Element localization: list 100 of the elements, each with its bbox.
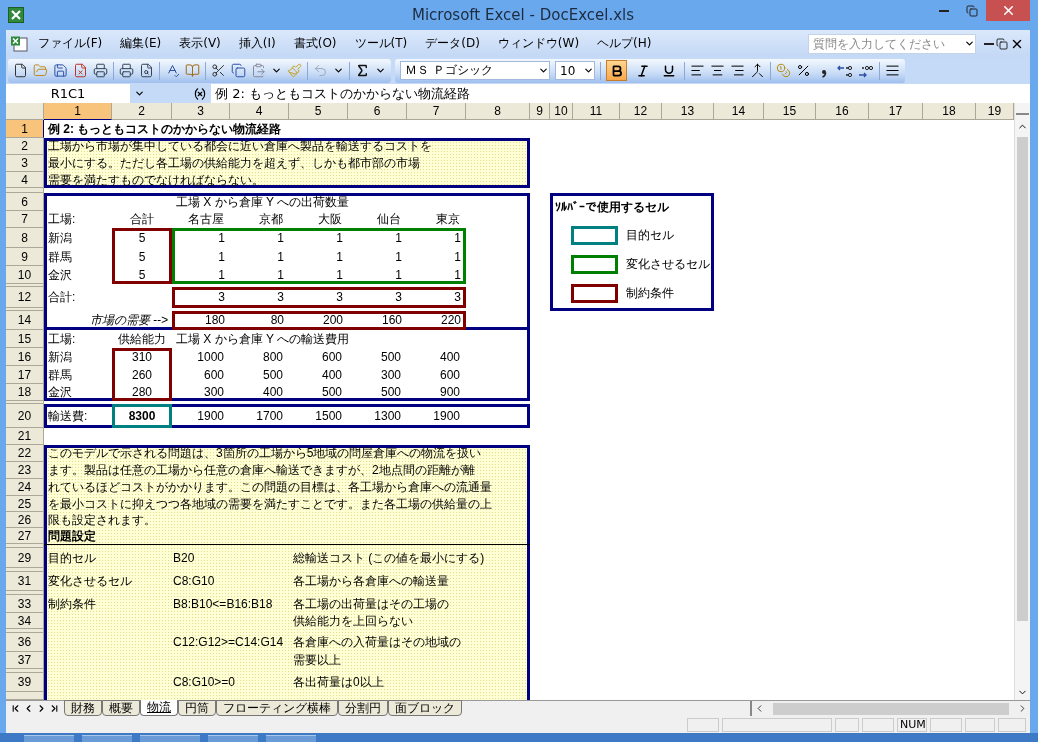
column-header[interactable]: 7 <box>407 103 466 120</box>
sheet-tab[interactable]: 分割円 <box>338 700 388 716</box>
help-search-field[interactable]: 質問を入力してください <box>808 33 976 54</box>
workbook-icon[interactable] <box>10 35 28 52</box>
row-header[interactable]: 34 <box>6 613 44 629</box>
row-header[interactable]: 39 <box>6 673 44 692</box>
scrollbar-thumb[interactable] <box>773 702 1009 715</box>
printer-icon[interactable] <box>93 63 108 78</box>
row-header[interactable]: 2 <box>6 138 44 155</box>
column-header[interactable]: 10 <box>550 103 573 120</box>
menu-item[interactable]: データ(D) <box>417 33 488 54</box>
row-header[interactable]: 15 <box>6 330 44 348</box>
row-header[interactable]: 26 <box>6 512 44 528</box>
decrease-decimal-icon[interactable] <box>858 63 874 78</box>
bold-button[interactable] <box>606 60 627 81</box>
column-header[interactable]: 2 <box>112 103 172 120</box>
caret-icon[interactable] <box>271 65 282 76</box>
column-header[interactable]: 1 <box>44 103 112 120</box>
row-header[interactable]: 18 <box>6 384 44 401</box>
column-header[interactable]: 3 <box>172 103 230 120</box>
increase-decimal-icon[interactable] <box>837 63 853 78</box>
book-icon[interactable] <box>185 63 200 78</box>
sheet-tab[interactable]: フローティング横棒 <box>216 700 338 716</box>
column-header[interactable]: 4 <box>230 103 289 120</box>
align-left-icon[interactable] <box>690 63 705 78</box>
row-header[interactable]: 24 <box>6 479 44 496</box>
percent-icon[interactable] <box>796 63 811 78</box>
column-header[interactable]: 17 <box>869 103 923 120</box>
magnifier-icon[interactable] <box>139 63 154 78</box>
formula-field[interactable]: 例 2: もっともコストのかからない物流経路 <box>211 84 1030 103</box>
vertical-scrollbar[interactable] <box>1014 103 1030 700</box>
caret-icon[interactable] <box>375 65 386 76</box>
menu-item[interactable]: ファイル(F) <box>30 33 111 54</box>
row-header[interactable]: 33 <box>6 595 44 613</box>
column-header[interactable]: 8 <box>466 103 530 120</box>
menu-item[interactable]: ヘルプ(H) <box>589 33 660 54</box>
sheet-tab[interactable]: 物流 <box>140 700 178 716</box>
font-name-dropdown[interactable]: ＭＳ Ｐゴシック <box>400 61 550 80</box>
scrollbar-thumb[interactable] <box>1017 137 1028 621</box>
merge-icon[interactable] <box>750 63 765 78</box>
column-header[interactable]: 14 <box>714 103 764 120</box>
sheet-tab[interactable]: 面ブロック <box>388 700 462 716</box>
copy-icon[interactable] <box>231 63 246 78</box>
file-icon[interactable] <box>73 63 88 78</box>
row-header[interactable]: 27 <box>6 528 44 544</box>
cut-icon[interactable] <box>211 63 226 78</box>
sum-icon[interactable] <box>355 63 370 78</box>
row-header[interactable]: 16 <box>6 348 44 366</box>
align-center-icon[interactable] <box>710 63 725 78</box>
row-header[interactable]: 3 <box>6 155 44 172</box>
column-header[interactable]: 15 <box>764 103 816 120</box>
coins-icon[interactable] <box>776 63 791 78</box>
menu-item[interactable]: 編集(E) <box>112 33 170 54</box>
function-icon[interactable] <box>193 86 207 101</box>
row-header[interactable]: 10 <box>6 266 44 284</box>
printer-icon[interactable] <box>119 63 134 78</box>
row-header[interactable]: 23 <box>6 462 44 479</box>
row-header[interactable]: 37 <box>6 652 44 669</box>
caret-icon[interactable] <box>134 88 145 99</box>
restore-icon[interactable] <box>996 37 1008 50</box>
sheet-tab[interactable]: 概要 <box>102 700 140 716</box>
column-header[interactable]: 9 <box>530 103 550 120</box>
row-header[interactable]: 36 <box>6 633 44 652</box>
row-header[interactable]: 31 <box>6 572 44 591</box>
column-header[interactable]: 12 <box>620 103 662 120</box>
row-header[interactable]: 14 <box>6 311 44 330</box>
menu-item[interactable]: 挿入(I) <box>230 33 284 54</box>
sheet-tab[interactable]: 円筒 <box>178 700 216 716</box>
minimize-icon[interactable] <box>939 9 949 12</box>
column-header[interactable]: 11 <box>573 103 620 120</box>
column-header[interactable]: 5 <box>289 103 348 120</box>
row-header[interactable]: 22 <box>6 445 44 462</box>
row-header[interactable]: 25 <box>6 496 44 512</box>
column-header[interactable]: 16 <box>816 103 869 120</box>
row-header[interactable]: 12 <box>6 287 44 308</box>
row-header[interactable]: 9 <box>6 248 44 266</box>
paste-icon[interactable] <box>251 63 266 78</box>
caret-icon[interactable] <box>583 65 594 76</box>
row-header[interactable]: 4 <box>6 172 44 188</box>
row-header[interactable]: 8 <box>6 228 44 248</box>
spell-check-icon[interactable] <box>165 63 180 78</box>
first-sheet-icon[interactable] <box>10 703 21 714</box>
row-header[interactable]: 6 <box>6 193 44 211</box>
indent-icon[interactable] <box>885 63 900 78</box>
minimize-icon[interactable] <box>984 42 994 45</box>
new-file-icon[interactable] <box>13 63 28 78</box>
row-header[interactable]: 1 <box>6 120 44 138</box>
menu-item[interactable]: 書式(O) <box>285 33 345 54</box>
column-header[interactable]: 19 <box>976 103 1014 120</box>
row-header[interactable]: 17 <box>6 366 44 384</box>
caret-icon[interactable] <box>333 65 344 76</box>
align-right-icon[interactable] <box>730 63 745 78</box>
menu-item[interactable]: ツール(T) <box>346 33 416 54</box>
row-header[interactable]: 21 <box>6 428 44 445</box>
column-header[interactable]: 6 <box>348 103 407 120</box>
menu-item[interactable]: ウィンドウ(W) <box>489 33 588 54</box>
row-header[interactable]: 7 <box>6 211 44 228</box>
row-header[interactable]: 20 <box>6 404 44 428</box>
last-sheet-icon[interactable] <box>49 703 60 714</box>
sheet-tab[interactable]: 財務 <box>64 700 102 716</box>
